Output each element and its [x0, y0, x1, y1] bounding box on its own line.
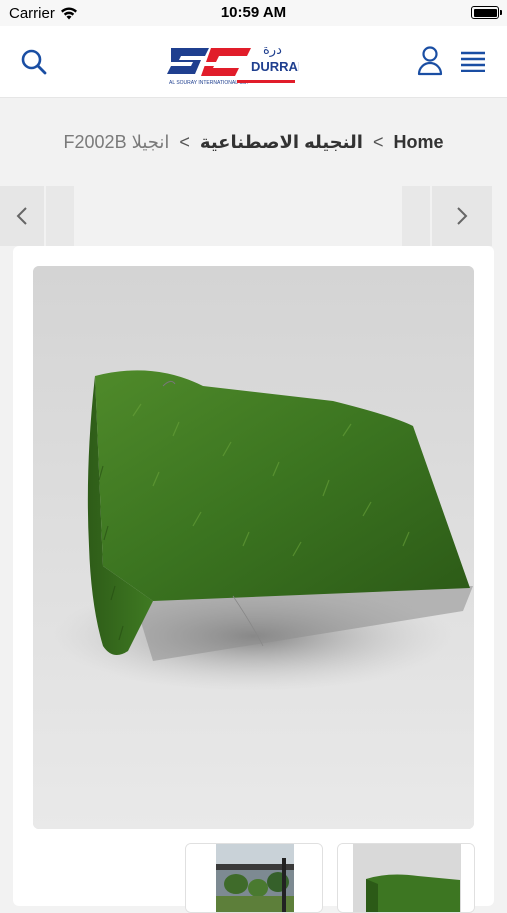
- carousel-prev-button[interactable]: [0, 186, 44, 246]
- carousel-slot[interactable]: [46, 186, 74, 246]
- durrah-logo[interactable]: درة DURRAH AL SOURAY INTERNATIONAL CO.: [167, 38, 299, 86]
- breadcrumb-separator: <: [372, 131, 384, 152]
- logo-arabic-text: درة: [263, 43, 282, 58]
- logo-english-text: DURRAH: [251, 59, 299, 74]
- app-header: درة DURRAH AL SOURAY INTERNATIONAL CO.: [0, 26, 507, 98]
- related-products-carousel: [0, 186, 507, 246]
- chevron-left-icon: [16, 207, 27, 225]
- hamburger-menu-icon[interactable]: [459, 50, 487, 72]
- product-main-image[interactable]: [33, 266, 474, 829]
- product-thumbnail[interactable]: [337, 843, 475, 913]
- chevron-right-icon: [457, 207, 468, 225]
- logo-subtext: AL SOURAY INTERNATIONAL CO.: [169, 80, 248, 86]
- breadcrumb-current: F2002B انجيلا: [63, 131, 170, 152]
- battery-icon: [471, 6, 502, 19]
- breadcrumb-category[interactable]: النجيله الاصطناعية: [200, 132, 363, 153]
- breadcrumb-separator: <: [179, 131, 190, 152]
- product-thumbnail[interactable]: [185, 843, 323, 913]
- thumbnail-grass-image: [338, 844, 474, 912]
- thumbnail-outdoor-image: [186, 844, 322, 912]
- status-bar: Carrier 10:59 AM: [0, 0, 507, 26]
- product-card: [13, 246, 494, 913]
- clock: 10:59 AM: [220, 4, 287, 21]
- carousel-next-button[interactable]: [432, 186, 492, 246]
- breadcrumb-home[interactable]: Home: [393, 132, 443, 153]
- breadcrumb: F2002B انجيلا < النجيله الاصطناعية < Hom…: [0, 98, 507, 186]
- grass-sample-image: [33, 266, 474, 829]
- search-icon[interactable]: [20, 48, 48, 76]
- user-account-icon[interactable]: [417, 46, 443, 76]
- carousel-slot[interactable]: [402, 186, 430, 246]
